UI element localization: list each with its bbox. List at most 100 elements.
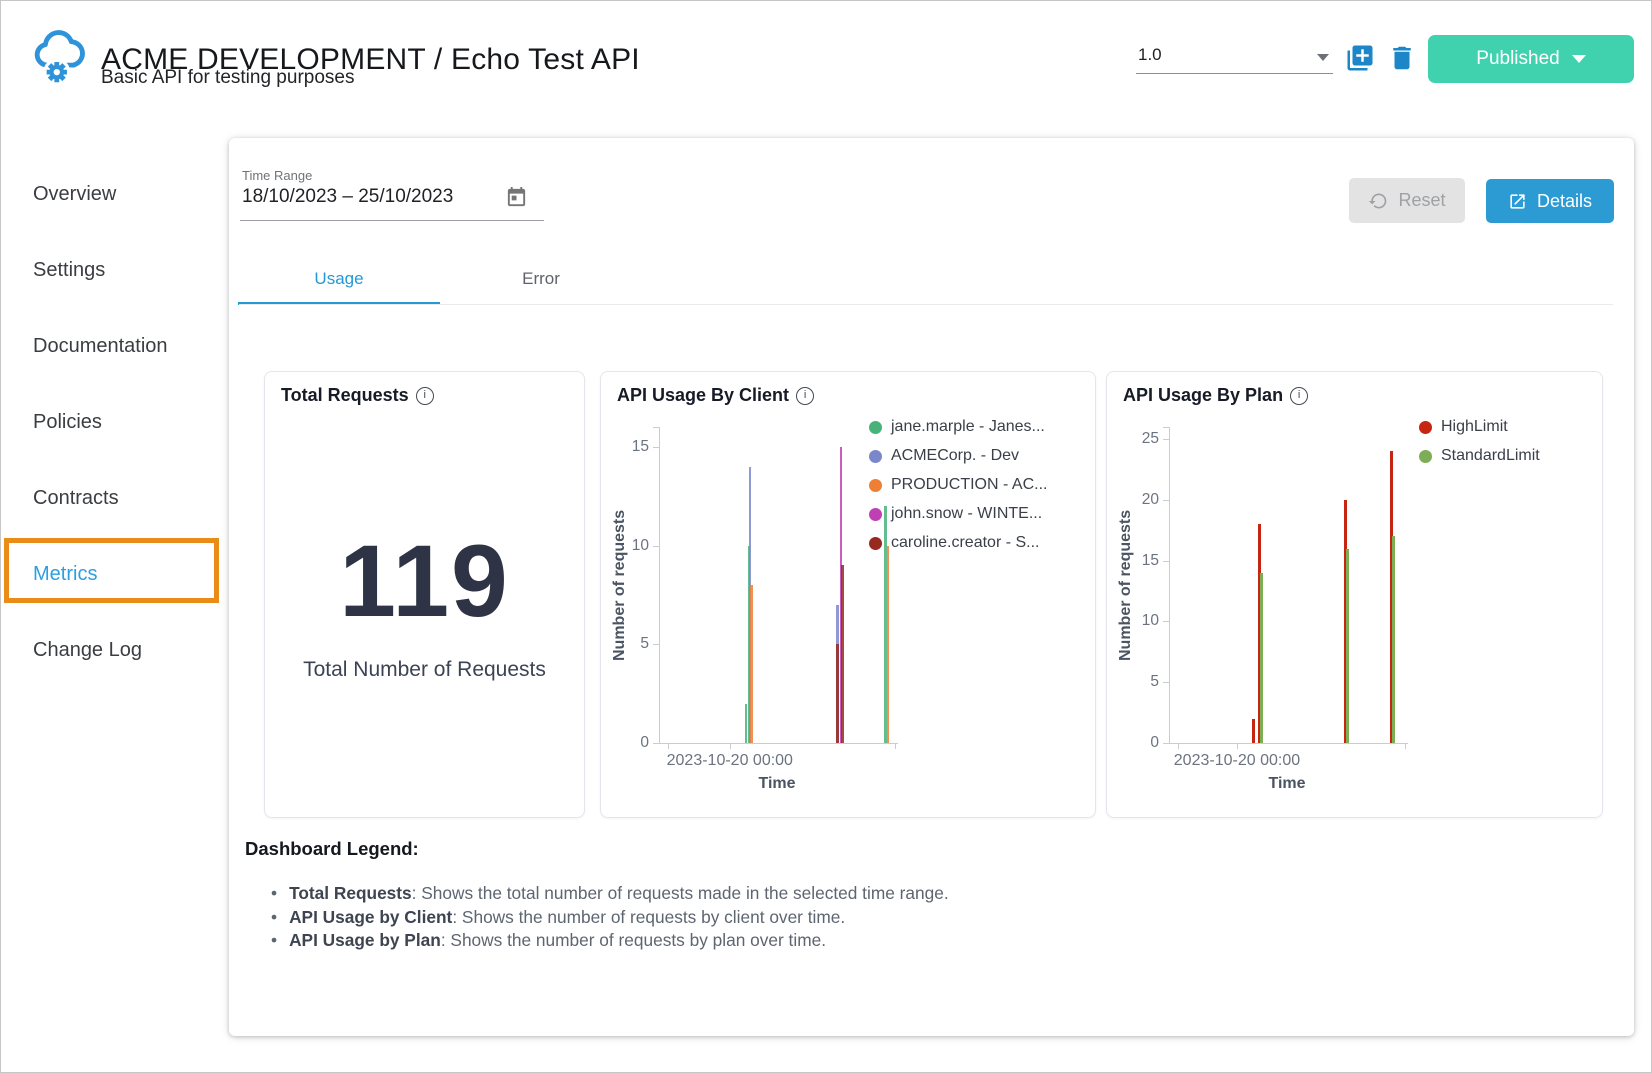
legend-label: john.snow - WINTE... [891,505,1042,523]
version-select[interactable]: 1.0 [1136,41,1333,74]
bar [1252,719,1255,743]
x-tick-mark [1237,743,1238,749]
legend-color-dot [1419,450,1432,463]
legend-item[interactable]: ACMECorp. - Dev [869,447,1047,465]
legend-term: API Usage by Client [289,907,452,927]
tab-usage[interactable]: Usage [238,253,440,305]
api-usage-by-plan-card: API Usage By Plan i 05101520252023-10-20… [1106,371,1603,818]
legend-color-dot [869,450,882,463]
y-tick-mark [653,447,659,448]
legend-desc: : Shows the total number of requests mad… [412,883,949,903]
legend-item[interactable]: StandardLimit [1419,447,1540,465]
x-axis-title: Time [1169,775,1405,793]
legend-item[interactable]: john.snow - WINTE... [869,505,1047,523]
dashboard-legend-item: API Usage by Plan: Shows the number of r… [271,929,949,953]
legend-label: jane.marple - Janes... [891,418,1045,436]
sidebar-item-contracts[interactable]: Contracts [1,460,219,536]
sidebar-item-metrics[interactable]: Metrics [1,536,219,612]
card-title: Total Requests i [281,385,434,406]
legend-desc: : Shows the number of requests by client… [452,907,845,927]
x-tick-label: 2023-10-20 00:00 [1142,752,1332,770]
sidebar-nav: Overview Settings Documentation Policies… [1,156,219,688]
legend-color-dot [869,421,882,434]
published-status-button[interactable]: Published [1428,35,1634,83]
x-tick-mark [668,743,669,749]
legend-label: HighLimit [1441,418,1508,436]
sidebar-item-settings[interactable]: Settings [1,232,219,308]
add-version-button[interactable] [1345,43,1375,73]
calendar-icon[interactable] [505,186,528,209]
time-range-value: 18/10/2023 – 25/10/2023 [242,186,453,208]
total-requests-value: 119 [265,530,584,632]
bar [1346,549,1349,743]
info-icon[interactable]: i [416,387,434,405]
app-window: ACME DEVELOPMENT / Echo Test API Basic A… [0,0,1652,1073]
x-axis [659,743,898,744]
y-tick-mark [1163,500,1169,501]
bar [1260,573,1263,743]
details-button[interactable]: Details [1486,179,1614,223]
restore-arrow-icon [1368,191,1388,211]
y-tick-mark [653,644,659,645]
sidebar-item-overview[interactable]: Overview [1,156,219,232]
legend-desc: : Shows the number of requests by plan o… [441,930,826,950]
legend-label: StandardLimit [1441,447,1540,465]
y-tick-mark [1163,621,1169,622]
total-requests-title: Total Requests [281,385,409,406]
y-axis [659,427,660,743]
bar [887,546,890,744]
legend-color-dot [869,508,882,521]
client-usage-chart: 0510152023-10-20 00:00TimeNumber of requ… [601,372,1095,817]
add-copy-icon [1345,43,1375,73]
dashboard-legend-heading: Dashboard Legend: [245,838,419,860]
legend-label: ACMECorp. - Dev [891,447,1019,465]
sidebar-item-documentation[interactable]: Documentation [1,308,219,384]
plan-usage-chart: 05101520252023-10-20 00:00TimeNumber of … [1107,372,1602,817]
y-tick-mark [653,427,659,428]
y-tick-mark [653,743,659,744]
legend-item[interactable]: caroline.creator - S... [869,534,1047,552]
legend-item[interactable]: HighLimit [1419,418,1540,436]
y-tick-mark [1163,427,1169,428]
bar [836,644,839,743]
sidebar-item-policies[interactable]: Policies [1,384,219,460]
bar [750,585,753,743]
y-tick-mark [1163,439,1169,440]
legend-color-dot [869,537,882,550]
reset-label: Reset [1398,190,1445,211]
delete-api-button[interactable] [1387,43,1417,73]
tab-bar-divider [239,304,1613,305]
chevron-down-icon [1317,54,1329,61]
dashboard-legend-list: Total Requests: Shows the total number o… [271,882,949,953]
details-label: Details [1537,191,1592,212]
page-subtitle: Basic API for testing purposes [101,67,354,89]
tab-error[interactable]: Error [440,253,642,305]
metrics-panel: Time Range 18/10/2023 – 25/10/2023 Reset… [229,138,1634,1036]
chart-legend: HighLimit StandardLimit [1419,418,1540,465]
x-axis-title: Time [659,775,895,793]
total-requests-caption: Total Number of Requests [265,658,584,682]
api-usage-by-client-card: API Usage By Client i 0510152023-10-20 0… [600,371,1096,818]
reset-button[interactable]: Reset [1349,178,1465,223]
x-tick-label: 2023-10-20 00:00 [635,752,825,770]
tab-bar: Usage Error [238,253,642,305]
bar [841,565,844,743]
legend-item[interactable]: jane.marple - Janes... [869,418,1047,436]
dashboard-legend-item: Total Requests: Shows the total number o… [271,882,949,906]
chevron-down-icon [1572,55,1586,63]
time-range-label: Time Range [242,168,312,183]
chart-legend: jane.marple - Janes... ACMECorp. - Dev PRO… [869,418,1047,552]
dashboard-legend-item: API Usage by Client: Shows the number of… [271,906,949,930]
cloud-gear-logo-icon [29,25,87,87]
y-tick-mark [653,546,659,547]
time-range-field[interactable]: Time Range 18/10/2023 – 25/10/2023 [240,168,544,221]
legend-term: Total Requests [289,883,412,903]
x-tick-mark [895,743,896,749]
x-axis [1169,743,1408,744]
version-select-value: 1.0 [1138,45,1162,65]
y-tick-mark [1163,743,1169,744]
y-axis-title: Number of requests [1115,427,1137,743]
legend-item[interactable]: PRODUCTION - AC... [869,476,1047,494]
sidebar-item-changelog[interactable]: Change Log [1,612,219,688]
legend-label: caroline.creator - S... [891,534,1040,552]
